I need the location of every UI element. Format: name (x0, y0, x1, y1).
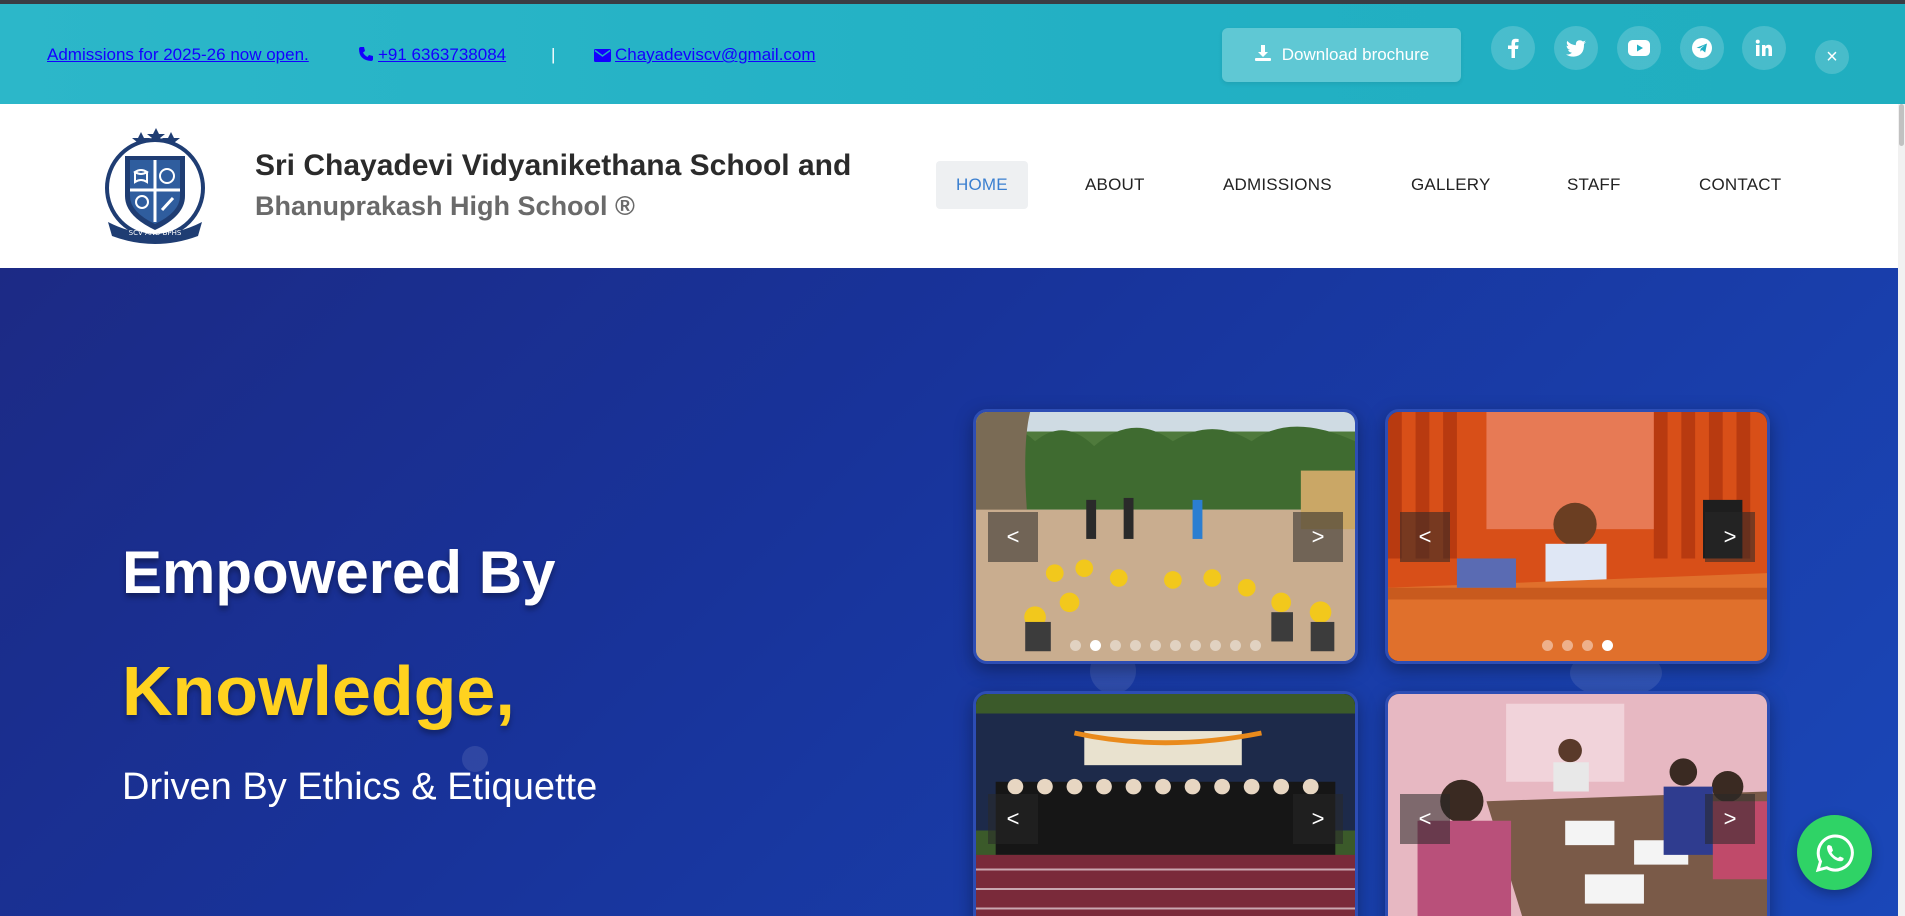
carousel-prev-button[interactable]: < (988, 512, 1038, 562)
carousel-next-button[interactable]: > (1293, 794, 1343, 844)
carousel-dot[interactable] (1070, 640, 1081, 651)
nav-admissions[interactable]: ADMISSIONS (1203, 161, 1352, 209)
carousel-dot[interactable] (1170, 640, 1181, 651)
carousel-staff-meeting[interactable]: < > (1385, 691, 1770, 916)
phone-link[interactable]: +91 6363738084 (358, 45, 506, 67)
logo-caption: SCV AND BPHS (129, 229, 182, 237)
carousel-next-button[interactable]: > (1705, 512, 1755, 562)
school-logo[interactable]: SCV AND BPHS (100, 126, 210, 244)
telegram-icon[interactable] (1680, 26, 1724, 70)
hero-section: Empowered By Knowledge, Driven By Ethics… (0, 268, 1898, 916)
carousel-graduation-group[interactable]: < > (973, 691, 1358, 916)
carousel-dot[interactable] (1210, 640, 1221, 651)
facebook-icon[interactable] (1491, 26, 1535, 70)
download-icon (1254, 44, 1272, 67)
carousel-dot[interactable] (1090, 640, 1101, 651)
nav-gallery[interactable]: GALLERY (1391, 161, 1511, 209)
download-brochure-label: Download brochure (1281, 45, 1430, 64)
nav-contact[interactable]: CONTACT (1679, 161, 1801, 209)
email-link[interactable]: Chayadeviscv@gmail.com (594, 45, 816, 67)
carousel-dots (976, 640, 1355, 651)
phone-number: +91 6363738084 (378, 45, 507, 64)
carousel-dot[interactable] (1130, 640, 1141, 651)
linkedin-icon[interactable] (1742, 26, 1786, 70)
twitter-icon[interactable] (1554, 26, 1598, 70)
topbar-separator: | (551, 45, 556, 64)
carousel-principal-office[interactable]: < > (1385, 409, 1770, 664)
hero-subheading: Driven By Ethics & Etiquette (122, 766, 598, 808)
hero-heading-line1: Empowered By (122, 539, 556, 606)
top-info-bar: Admissions for 2025-26 now open. +91 636… (0, 4, 1905, 104)
carousel-prev-button[interactable]: < (1400, 512, 1450, 562)
hero-heading-line2: Knowledge, (122, 652, 515, 730)
carousel-dot[interactable] (1110, 640, 1121, 651)
carousel-outdoor-activity[interactable]: < > (973, 409, 1358, 664)
nav-home[interactable]: HOME (936, 161, 1028, 209)
site-header: SCV AND BPHS Sri Chayadevi Vidyanikethan… (0, 104, 1898, 268)
school-name-line1: Sri Chayadevi Vidyanikethana School and (255, 149, 852, 182)
carousel-dot[interactable] (1562, 640, 1573, 651)
carousel-dot[interactable] (1190, 640, 1201, 651)
school-name-line2: Bhanuprakash High School ® (255, 191, 635, 221)
page-scrollbar[interactable] (1898, 104, 1905, 916)
carousel-dot[interactable] (1250, 640, 1261, 651)
youtube-icon[interactable] (1617, 26, 1661, 70)
carousel-next-button[interactable]: > (1293, 512, 1343, 562)
nav-staff[interactable]: STAFF (1547, 161, 1641, 209)
carousel-dot[interactable] (1230, 640, 1241, 651)
phone-icon (358, 46, 374, 67)
close-topbar-button[interactable]: × (1815, 40, 1849, 74)
whatsapp-icon[interactable] (1797, 815, 1872, 890)
download-brochure-button[interactable]: Download brochure (1222, 28, 1461, 82)
carousel-prev-button[interactable]: < (988, 794, 1038, 844)
scrollbar-thumb[interactable] (1899, 104, 1904, 146)
carousel-dot[interactable] (1150, 640, 1161, 651)
nav-about[interactable]: ABOUT (1065, 161, 1165, 209)
carousel-prev-button[interactable]: < (1400, 794, 1450, 844)
carousel-dot[interactable] (1582, 640, 1593, 651)
email-address: Chayadeviscv@gmail.com (615, 45, 816, 64)
carousel-dot[interactable] (1602, 640, 1613, 651)
carousel-next-button[interactable]: > (1705, 794, 1755, 844)
carousel-dot[interactable] (1542, 640, 1553, 651)
admissions-link[interactable]: Admissions for 2025-26 now open. (47, 45, 309, 65)
envelope-icon (594, 47, 611, 67)
carousel-dots (1388, 640, 1767, 651)
